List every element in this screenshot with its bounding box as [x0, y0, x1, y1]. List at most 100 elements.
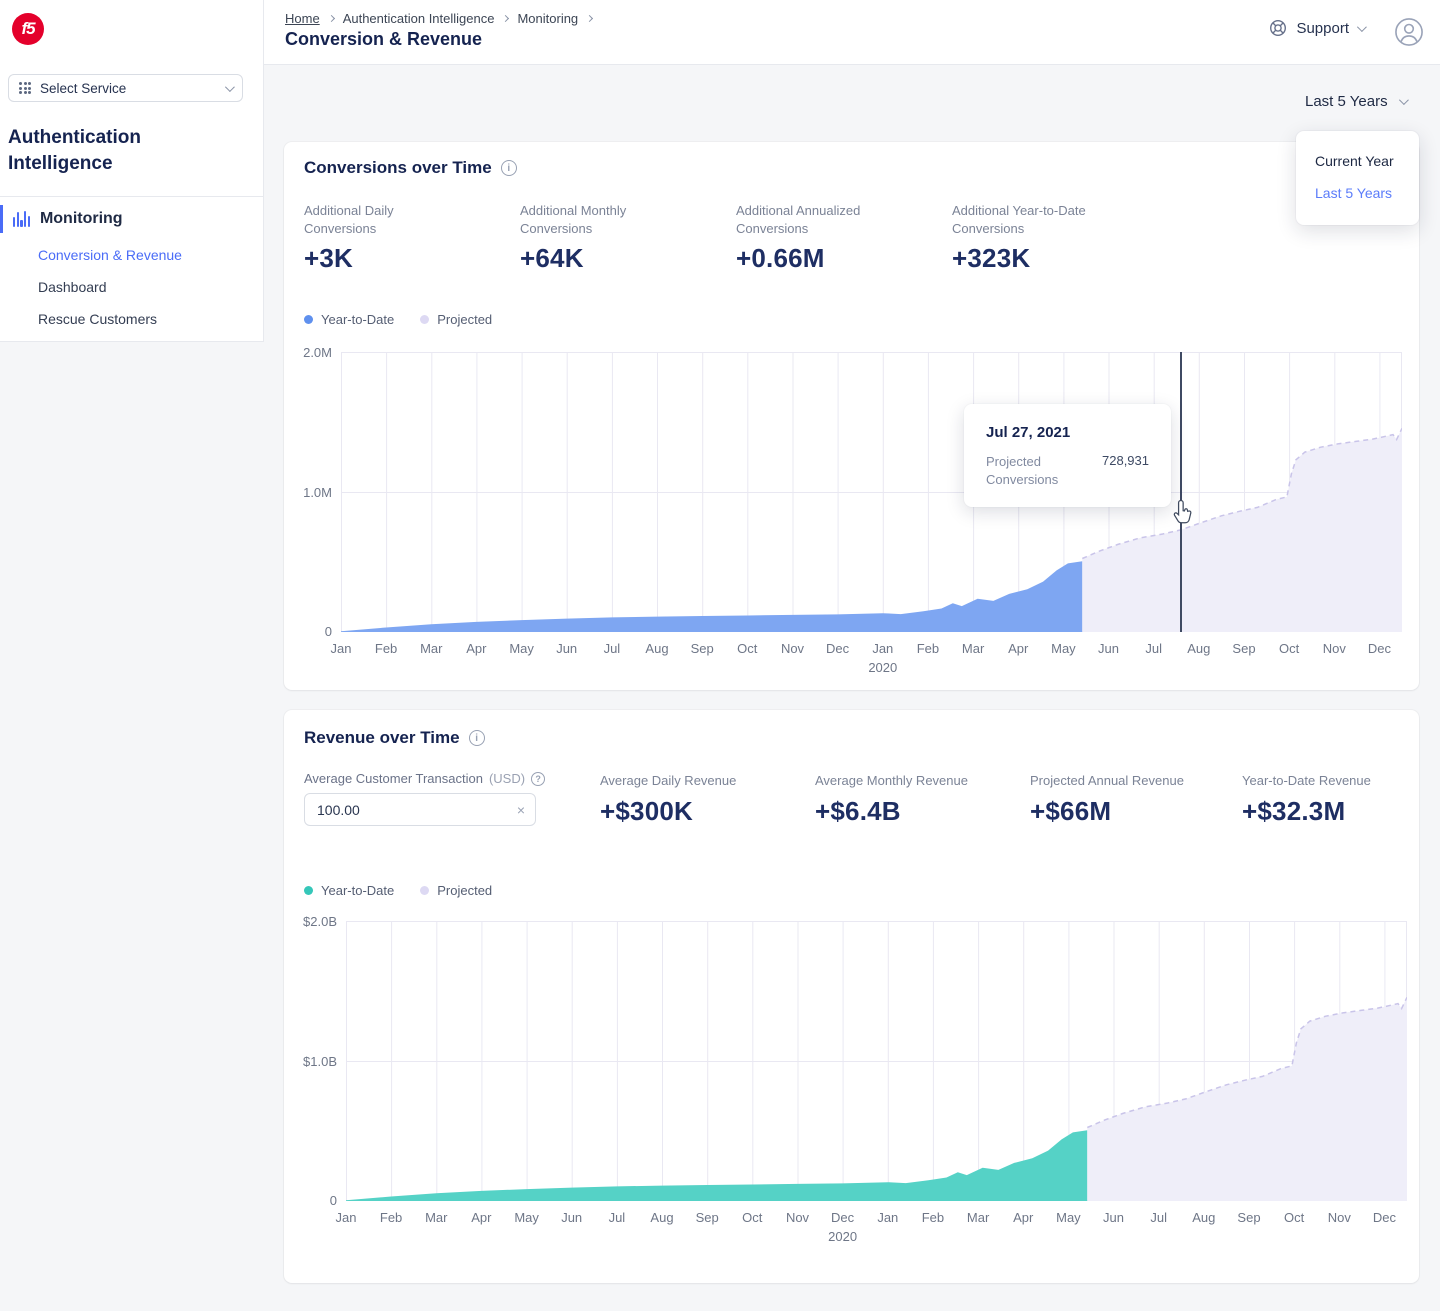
sidebar-item-rescue-customers[interactable]: Rescue Customers — [38, 310, 182, 329]
x-axis-label: Apr — [1001, 1210, 1045, 1225]
support-label: Support — [1296, 20, 1349, 37]
stat-additional-annualized-conversions: Additional AnnualizedConversions +0.66M — [736, 202, 952, 274]
sidebar-item-conversion-revenue[interactable]: Conversion & Revenue — [38, 246, 182, 265]
x-axis-label: Sep — [680, 641, 724, 656]
breadcrumb-home[interactable]: Home — [285, 11, 320, 26]
user-avatar[interactable] — [1394, 17, 1424, 47]
chevron-right-icon — [502, 15, 509, 22]
revenue-legend: Year-to-Date Projected — [304, 883, 492, 898]
series-year-to-date — [346, 1130, 1087, 1201]
x-axis-label: Oct — [1272, 1210, 1316, 1225]
time-range-dropdown[interactable]: Last 5 Years — [1305, 93, 1406, 110]
x-axis-label: Jun — [1087, 641, 1131, 656]
sidebar-item-monitoring[interactable]: Monitoring — [0, 204, 264, 234]
chevron-right-icon — [328, 15, 335, 22]
stat-average-daily-revenue: Average Daily Revenue+$300K — [600, 772, 736, 827]
x-axis-label: Jul — [595, 1210, 639, 1225]
clear-input-icon[interactable]: × — [517, 802, 525, 818]
x-axis-year-label: 2020 — [861, 660, 905, 675]
conversions-legend: Year-to-Date Projected — [304, 312, 492, 327]
x-axis-label: Dec — [821, 1210, 865, 1225]
select-service-dropdown[interactable]: Select Service — [8, 74, 243, 102]
info-icon[interactable]: i — [469, 730, 485, 746]
breadcrumb-monitoring[interactable]: Monitoring — [517, 11, 578, 26]
x-axis-label: Sep — [1227, 1210, 1271, 1225]
stat-value: +323K — [952, 243, 1168, 274]
legend-dot — [304, 315, 313, 324]
transaction-input: × — [304, 793, 536, 826]
x-axis-label: Oct — [1267, 641, 1311, 656]
life-ring-icon — [1268, 18, 1288, 38]
y-axis-label: 1.0M — [280, 485, 332, 500]
y-axis-label: 0 — [280, 624, 332, 639]
x-axis-label: Jul — [590, 641, 634, 656]
conversions-x-axis: JanFebMarAprMayJunJulAugSepOctNovDecJanF… — [341, 641, 1402, 681]
conversions-card: Conversions over Time i Additional Daily… — [284, 142, 1419, 690]
x-axis-label: Nov — [1312, 641, 1356, 656]
f5-logo[interactable]: f5 — [12, 13, 44, 45]
x-axis-label: Nov — [771, 641, 815, 656]
time-range-option-last-5-years[interactable]: Last 5 Years — [1296, 177, 1419, 209]
conversions-stats: Additional DailyConversions +3K Addition… — [304, 202, 1168, 274]
x-axis-label: Aug — [635, 641, 679, 656]
stat-value: +3K — [304, 243, 520, 274]
x-axis-label: Apr — [459, 1210, 503, 1225]
tooltip-date: Jul 27, 2021 — [986, 424, 1149, 441]
x-axis-label: Apr — [454, 641, 498, 656]
stat-value: +0.66M — [736, 243, 952, 274]
stat-value: +64K — [520, 243, 736, 274]
transaction-input-field[interactable] — [305, 802, 495, 818]
legend-dot — [304, 886, 313, 895]
x-axis-label: Mar — [409, 641, 453, 656]
chevron-down-icon — [1357, 22, 1367, 32]
sidebar-item-dashboard[interactable]: Dashboard — [38, 278, 182, 297]
x-axis-label: May — [1041, 641, 1085, 656]
legend-projected[interactable]: Projected — [420, 312, 492, 327]
x-axis-label: Jan — [861, 641, 905, 656]
tooltip-value: 728,931 — [1102, 453, 1149, 489]
conversions-plot[interactable] — [341, 352, 1402, 633]
sidebar-subnav: Conversion & Revenue Dashboard Rescue Cu… — [38, 246, 182, 329]
cursor-hand-icon — [1173, 499, 1196, 531]
x-axis-label: Feb — [906, 641, 950, 656]
conversions-chart: 2.0M 1.0M 0 Jul 27, 2021 ProjectedConver… — [341, 352, 1402, 632]
sidebar-divider — [0, 196, 264, 197]
stat-additional-ytd-conversions: Additional Year-to-DateConversions +323K — [952, 202, 1168, 274]
x-axis-label: Mar — [951, 641, 995, 656]
legend-dot — [420, 315, 429, 324]
help-icon[interactable]: ? — [531, 772, 545, 786]
apps-grid-icon — [19, 82, 31, 94]
chart-hover-line — [1180, 352, 1182, 632]
time-range-option-current-year[interactable]: Current Year — [1296, 145, 1419, 177]
x-axis-label: Apr — [996, 641, 1040, 656]
stat-ytd-revenue: Year-to-Date Revenue+$32.3M — [1242, 772, 1371, 827]
chevron-down-icon — [1399, 95, 1409, 105]
chevron-right-icon — [586, 15, 593, 22]
x-axis-label: Oct — [730, 1210, 774, 1225]
sidebar: f5 Select Service Authentication Intelli… — [0, 0, 264, 342]
user-icon — [1394, 17, 1424, 47]
product-title: Authentication Intelligence — [8, 125, 228, 177]
page-title: Conversion & Revenue — [285, 29, 482, 50]
stat-average-monthly-revenue: Average Monthly Revenue+$6.4B — [815, 772, 968, 827]
x-axis-label: Mar — [414, 1210, 458, 1225]
x-axis-label: Oct — [725, 641, 769, 656]
x-axis-label: Dec — [1362, 1210, 1406, 1225]
x-axis-label: Dec — [1357, 641, 1401, 656]
breadcrumb-authentication-intelligence[interactable]: Authentication Intelligence — [343, 11, 495, 26]
legend-year-to-date[interactable]: Year-to-Date — [304, 883, 394, 898]
f5-logo-text: f5 — [21, 19, 34, 39]
x-axis-label: Jun — [1092, 1210, 1136, 1225]
support-menu[interactable]: Support — [1268, 18, 1364, 38]
x-axis-label: Jun — [545, 641, 589, 656]
legend-projected[interactable]: Projected — [420, 883, 492, 898]
time-range-selected: Last 5 Years — [1305, 93, 1388, 110]
x-axis-label: Mar — [956, 1210, 1000, 1225]
revenue-plot[interactable] — [346, 921, 1407, 1202]
legend-year-to-date[interactable]: Year-to-Date — [304, 312, 394, 327]
series-projected — [1087, 997, 1407, 1201]
x-axis-label: Feb — [369, 1210, 413, 1225]
conversions-card-title: Conversions over Time — [304, 158, 492, 178]
info-icon[interactable]: i — [501, 160, 517, 176]
stat-additional-monthly-conversions: Additional MonthlyConversions +64K — [520, 202, 736, 274]
